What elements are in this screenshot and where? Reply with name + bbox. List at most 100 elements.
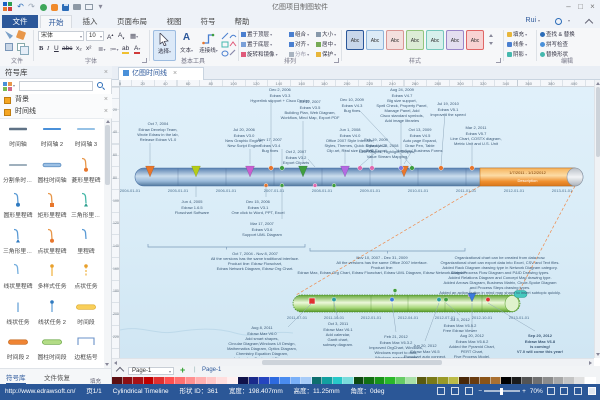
color-swatch[interactable] (385, 377, 396, 384)
button-查找 & 替换[interactable]: 查找 & 替换 (540, 30, 598, 40)
style-dialog-launcher-icon[interactable] (496, 58, 501, 63)
color-swatch[interactable] (312, 377, 323, 384)
milestone-marker[interactable] (439, 166, 444, 171)
paste-icon[interactable] (5, 43, 13, 51)
tab-3[interactable]: 视图 (158, 15, 190, 28)
color-swatch[interactable] (480, 377, 491, 384)
close-button[interactable]: × (587, 1, 598, 12)
page-view-icon[interactable] (465, 387, 473, 395)
color-swatch[interactable] (427, 377, 438, 384)
color-swatch[interactable] (575, 377, 586, 384)
color-swatch[interactable] (165, 377, 176, 384)
symbol-item[interactable]: 边框括号 (70, 331, 102, 365)
section-close-icon[interactable]: × (104, 106, 108, 118)
milestone-marker[interactable] (269, 166, 274, 171)
color-swatch[interactable] (322, 377, 333, 384)
button-线条[interactable]: 线条 ▾ (507, 40, 535, 50)
color-swatch[interactable] (133, 377, 144, 384)
color-swatch[interactable] (512, 377, 523, 384)
font-dialog-launcher-icon[interactable] (142, 58, 147, 63)
line-spacing-button[interactable]: ≣▾ (98, 45, 105, 53)
period-bracket[interactable] (310, 248, 465, 254)
symbol-search-input[interactable] (19, 81, 93, 91)
arrange-居中[interactable]: 居中 ▾ (316, 40, 340, 50)
settings-caret-icon[interactable]: ▾ (568, 18, 570, 23)
milestone-marker[interactable] (313, 184, 317, 188)
connector-tool-button[interactable]: 连接线▾ (198, 30, 219, 59)
milestone-marker[interactable] (393, 289, 397, 293)
account-button[interactable]: Rui ▾ (526, 14, 540, 28)
tab-2[interactable]: 页面布局 (108, 15, 156, 28)
symbol-item[interactable]: 时间轴 2 (36, 118, 68, 152)
color-swatch[interactable] (186, 377, 197, 384)
milestone-marker[interactable] (390, 297, 394, 301)
style-scroll-up-icon[interactable] (489, 34, 493, 37)
style-swatch-6[interactable]: Abc (466, 30, 484, 50)
text-tool-button[interactable]: A 文本▾ (176, 30, 197, 59)
green-timeline-cylinder[interactable] (293, 295, 520, 312)
symbol-item[interactable]: 圆柱时间轴 (36, 154, 68, 188)
tab-file[interactable]: 文件 (2, 15, 38, 28)
color-swatch[interactable] (144, 377, 155, 384)
normal-view-icon[interactable] (547, 387, 555, 395)
zoom-level[interactable]: 70% (530, 388, 543, 395)
underline-button[interactable]: U (54, 45, 59, 52)
maximize-button[interactable]: □ (575, 1, 586, 12)
style-swatch-2[interactable]: Abc (386, 30, 404, 50)
color-swatch[interactable] (564, 377, 575, 384)
fit-page-icon[interactable] (451, 387, 459, 395)
tab-file-recovery[interactable]: 文件恢复 (44, 372, 70, 382)
color-swatch[interactable] (554, 377, 565, 384)
leader-line[interactable] (360, 111, 412, 166)
tab-4[interactable]: 符号 (192, 15, 224, 28)
symbol-item[interactable]: 三角形里程碑 2 (2, 225, 34, 259)
style-swatch-1[interactable]: Abc (366, 30, 384, 50)
cut-icon[interactable] (5, 31, 13, 39)
color-swatch[interactable] (396, 377, 407, 384)
collapse-ribbon-icon[interactable] (585, 19, 593, 27)
style-swatch-4[interactable]: Abc (426, 30, 444, 50)
green-end-cap[interactable] (505, 296, 519, 312)
quick-action-handle[interactable] (514, 291, 527, 298)
zoom-guide-line[interactable] (296, 186, 480, 295)
color-swatch[interactable] (280, 377, 291, 384)
arrange-对齐[interactable]: 对齐 ▾ (289, 40, 315, 50)
collapse-pages-icon[interactable] (116, 367, 124, 375)
font-color-button[interactable]: A▾ (134, 45, 140, 54)
document-tab[interactable]: 亿图时间线 × (118, 67, 204, 80)
zoom-out-button[interactable]: − (478, 388, 482, 395)
leader-line[interactable] (404, 149, 413, 164)
arrange-dialog-launcher-icon[interactable] (334, 58, 339, 63)
text-style-menu[interactable]: ▦▾ (130, 32, 138, 40)
arrange-组合[interactable]: 组合 ▾ (289, 30, 315, 40)
symbol-item[interactable]: 三角形里程碑 (70, 189, 102, 223)
color-swatch[interactable] (207, 377, 218, 384)
color-swatch[interactable] (522, 377, 533, 384)
vertical-ruler[interactable]: 20406080100120140160180200220 (112, 87, 120, 358)
color-swatch[interactable] (449, 377, 460, 384)
color-swatch[interactable] (417, 377, 428, 384)
shrink-font-button[interactable]: A▾ (118, 32, 124, 40)
bold-button[interactable]: B (39, 45, 43, 52)
status-url[interactable]: http://www.edrawsoft.cn/ (5, 384, 75, 400)
period-bracket[interactable] (148, 244, 305, 250)
font-name-select[interactable]: 宋体▾ (38, 31, 84, 41)
style-swatch-0[interactable]: Abc (346, 30, 364, 50)
milestone-marker[interactable] (280, 166, 285, 171)
symbol-item[interactable]: 时间段 (70, 296, 102, 330)
gear-icon[interactable] (555, 18, 562, 25)
style-scroll-down-icon[interactable] (489, 42, 493, 45)
color-swatch[interactable] (501, 377, 512, 384)
color-swatch[interactable] (438, 377, 449, 384)
symbol-item[interactable]: 里程碑 (70, 225, 102, 259)
symbol-item[interactable]: 点状任务 (70, 260, 102, 294)
strikethrough-button[interactable]: abc (62, 45, 72, 52)
grow-font-button[interactable]: A▴ (107, 32, 113, 41)
color-swatch[interactable] (343, 377, 354, 384)
color-swatch[interactable] (238, 377, 249, 384)
milestone-marker[interactable] (444, 297, 448, 301)
zoom-guide-line[interactable] (517, 186, 575, 295)
color-swatch[interactable] (333, 377, 344, 384)
color-swatch[interactable] (354, 377, 365, 384)
zoom-in-button[interactable]: + (522, 388, 526, 395)
